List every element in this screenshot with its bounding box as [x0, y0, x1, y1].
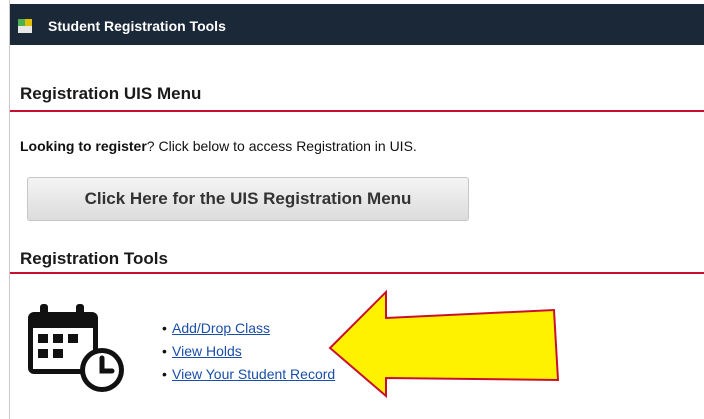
list-item: • View Holds [162, 342, 335, 365]
add-drop-class-link[interactable]: Add/Drop Class [172, 320, 270, 336]
view-holds-link[interactable]: View Holds [172, 343, 242, 359]
portlet-title-bar: Student Registration Tools [10, 0, 704, 45]
bullet: • [162, 366, 167, 382]
calendar-clock-icon [28, 304, 124, 392]
registration-tools-divider [10, 272, 704, 274]
view-student-record-link[interactable]: View Your Student Record [172, 366, 335, 382]
yellow-arrow-annotation [328, 289, 560, 399]
bullet: • [162, 320, 167, 336]
list-item: • Add/Drop Class [162, 319, 335, 342]
uis-menu-divider [10, 110, 704, 112]
intro-rest-text: ? Click below to access Registration in … [146, 138, 417, 154]
registration-tools-heading: Registration Tools [20, 249, 168, 268]
bullet: • [162, 343, 167, 359]
portlet-icon [18, 19, 32, 33]
list-item: • View Your Student Record [162, 365, 335, 388]
register-intro-text: Looking to register? Click below to acce… [20, 138, 417, 154]
student-registration-portlet: Student Registration Tools Registration … [9, 0, 704, 419]
uis-menu-heading: Registration UIS Menu [20, 84, 202, 103]
uis-registration-menu-button[interactable]: Click Here for the UIS Registration Menu [27, 177, 469, 221]
intro-bold-text: Looking to register [20, 138, 147, 154]
registration-tools-list: • Add/Drop Class • View Holds • View Your S… [162, 319, 335, 388]
portlet-title: Student Registration Tools [48, 18, 226, 34]
